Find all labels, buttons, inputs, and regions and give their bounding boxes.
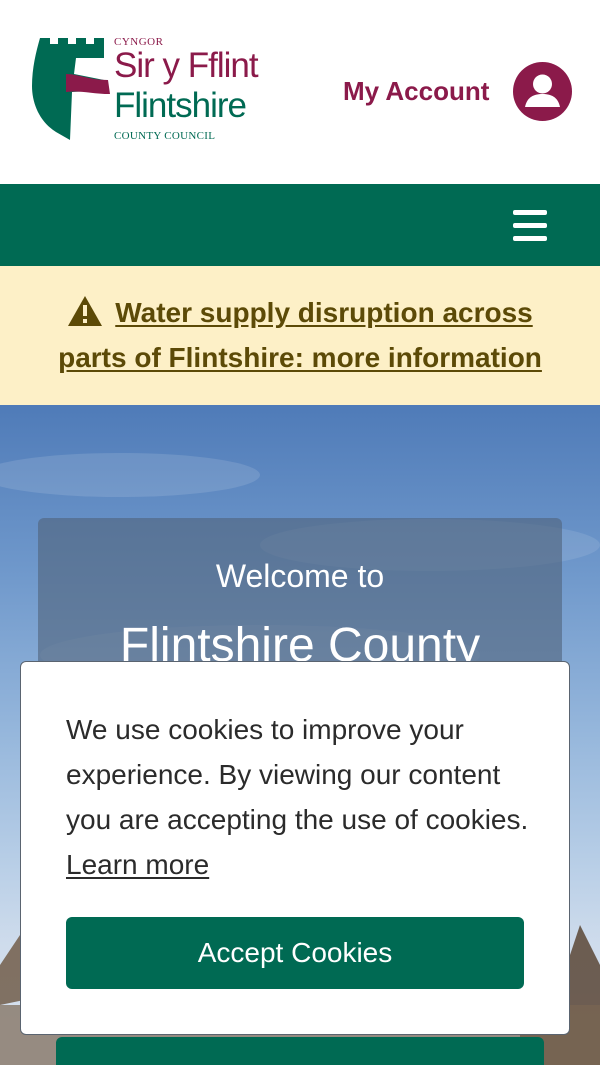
menu-bar-line [513, 236, 547, 241]
cookie-message-text: We use cookies to improve your experienc… [66, 714, 529, 835]
logo-subtitle: COUNTY COUNCIL [114, 130, 216, 142]
hamburger-menu-icon[interactable] [508, 206, 552, 246]
hero-action-button[interactable] [56, 1037, 544, 1065]
cookie-consent-banner: We use cookies to improve your experienc… [20, 661, 570, 1035]
main-navigation-bar [0, 184, 600, 266]
water-supply-alert-link[interactable]: Water supply disruption across parts of … [58, 297, 542, 373]
learn-more-link[interactable]: Learn more [66, 849, 209, 880]
welcome-intro-text: Welcome to [215, 558, 385, 594]
cookie-message: We use cookies to improve your experienc… [66, 707, 536, 887]
castle-tower-logo-icon [32, 38, 110, 140]
user-avatar-icon [513, 62, 572, 121]
logo-english-name: Flintshire [114, 86, 247, 125]
alert-message: Water supply disruption across parts of … [30, 290, 570, 380]
site-header: CYNGOR Sir y Fflint Flintshire COUNTY CO… [0, 0, 600, 184]
my-account-label: My Account [343, 76, 490, 106]
my-account-link[interactable]: My Account [343, 62, 575, 122]
menu-bar-line [513, 210, 547, 215]
logo-welsh-name: Sir y Fflint [114, 46, 259, 85]
menu-bar-line [513, 223, 547, 228]
accept-cookies-button[interactable]: Accept Cookies [66, 917, 524, 989]
service-alert-banner: Water supply disruption across parts of … [0, 266, 600, 405]
flintshire-logo[interactable]: CYNGOR Sir y Fflint Flintshire COUNTY CO… [26, 34, 276, 146]
warning-triangle-icon [68, 296, 103, 326]
